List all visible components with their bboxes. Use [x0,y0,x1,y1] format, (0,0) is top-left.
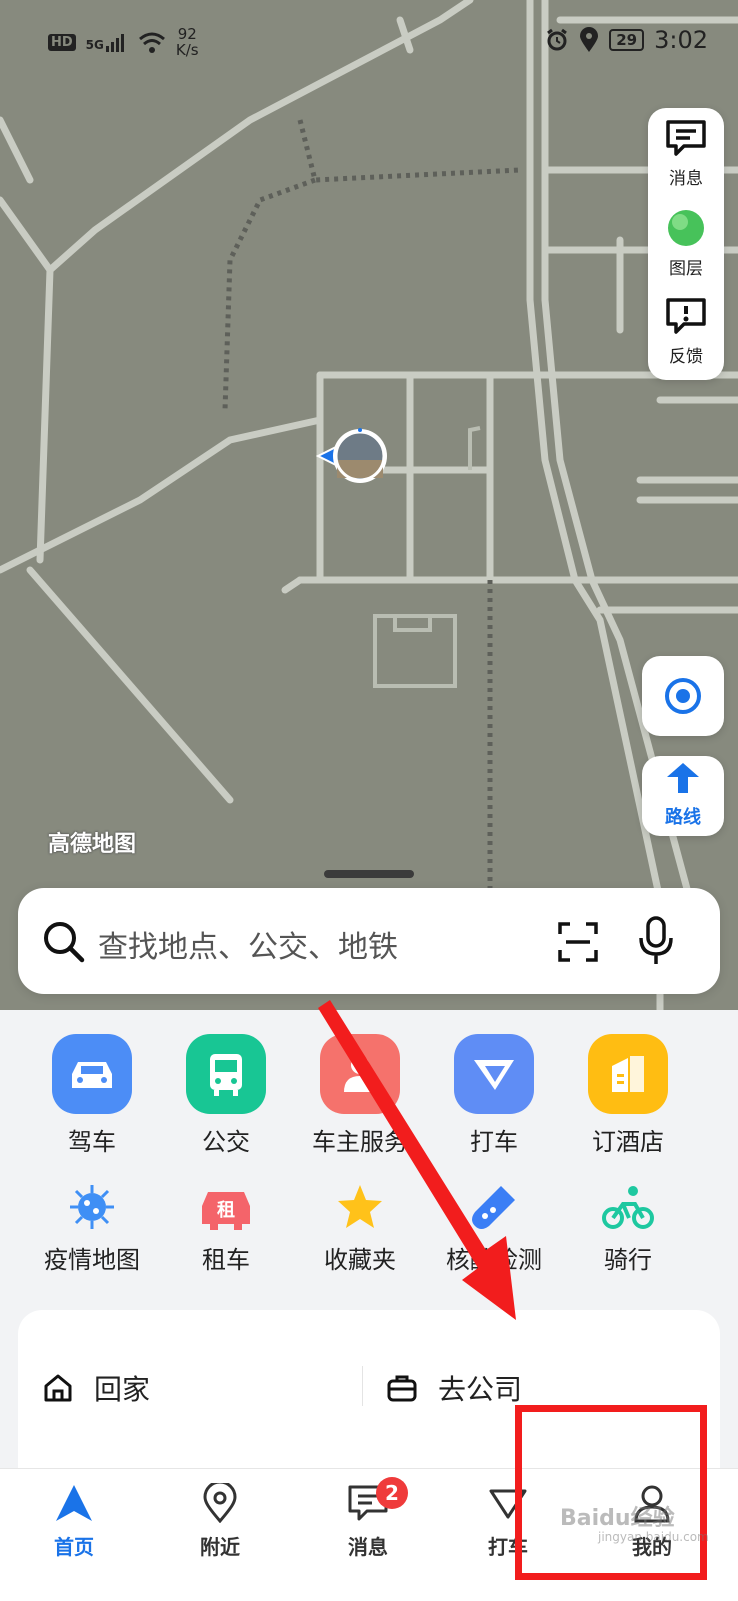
service-label: 骑行 [604,1246,652,1274]
service-label: 核酸检测 [446,1246,542,1274]
tab-messages[interactable]: 2 消息 [308,1477,428,1560]
svg-text:租: 租 [217,1199,235,1221]
service-car-rental[interactable]: 租 租车 [156,1182,296,1275]
search-bar[interactable]: 查找地点、公交、地铁 [18,888,720,994]
service-label: 订酒店 [592,1128,664,1156]
service-label: 车主服务 [312,1128,408,1156]
car-icon [52,1034,132,1114]
go-to-work-button[interactable]: 去公司 [386,1368,522,1408]
service-label: 疫情地图 [44,1246,140,1274]
service-taxi[interactable]: 打车 [424,1034,564,1157]
side-feedback-label: 反馈 [669,347,703,367]
taxi-icon [454,1034,534,1114]
side-messages-label: 消息 [669,169,703,189]
status-bar: HD 5G 92 K/s 29 3:02 [0,0,738,86]
annotation-highlight-box [515,1405,707,1580]
service-epidemic-map[interactable]: 疫情地图 [22,1182,162,1275]
service-label: 租车 [202,1246,250,1274]
map-view[interactable]: HD 5G 92 K/s 29 3:02 消息 图层 反馈 路线 高德地图 [0,0,738,1010]
location-status-icon [580,27,599,52]
signal-indicator: 5G [86,32,128,52]
service-favorites[interactable]: 收藏夹 [290,1182,430,1275]
go-home-button[interactable]: 回家 [42,1368,150,1408]
map-provider-logo: 高德地图 [48,832,137,857]
service-bus[interactable]: 公交 [156,1034,296,1157]
battery-indicator: 29 [609,29,645,51]
map-side-panel: 消息 图层 反馈 [648,108,724,380]
baidu-watermark: Baidu经验 [560,1506,675,1531]
tab-nearby[interactable]: 附近 [160,1483,280,1560]
service-label: 打车 [470,1128,518,1156]
service-driving[interactable]: 驾车 [22,1034,162,1157]
signal-bars-icon [105,34,124,52]
locate-icon [665,678,701,714]
bicycle-icon [602,1186,654,1229]
bus-icon [186,1034,266,1114]
search-placeholder[interactable]: 查找地点、公交、地铁 [98,922,398,966]
service-hotel[interactable]: 订酒店 [558,1034,698,1157]
route-button[interactable]: 路线 [642,756,724,836]
service-label: 公交 [202,1128,250,1156]
side-feedback-button[interactable]: 反馈 [648,296,724,382]
search-icon [44,922,85,963]
navigation-arrow-icon [56,1485,92,1521]
side-layers-label: 图层 [669,259,703,279]
wifi-icon [138,32,165,53]
service-label: 驾车 [68,1128,116,1156]
tab-home[interactable]: 首页 [14,1483,134,1560]
alarm-icon [547,28,568,51]
side-messages-button[interactable]: 消息 [648,118,724,204]
go-home-label: 回家 [94,1373,151,1406]
tab-nearby-label: 附近 [200,1535,240,1559]
route-label: 路线 [665,807,701,828]
divider [362,1366,363,1406]
rent-car-icon: 租 [202,1192,250,1230]
baidu-watermark-url: jingyan.baidu.com [598,1530,709,1544]
hd-indicator: HD [48,33,76,51]
service-cycling[interactable]: 骑行 [558,1182,698,1275]
map-roads [0,0,738,1010]
route-arrow-icon [667,763,699,793]
scan-icon[interactable] [556,920,600,964]
service-car-owner[interactable]: 车主服务 [290,1034,430,1157]
message-icon [666,120,706,156]
network-speed: 92 K/s [175,25,199,59]
tab-home-label: 首页 [54,1535,94,1559]
unread-badge: 2 [376,1477,408,1509]
microphone-icon[interactable] [636,916,676,966]
drag-handle[interactable] [324,870,414,878]
car-owner-icon [320,1034,400,1114]
layers-icon [668,210,704,246]
test-tube-icon [472,1186,515,1229]
clock: 3:02 [654,26,708,54]
side-layers-button[interactable]: 图层 [648,208,724,294]
current-location-marker [315,426,390,486]
service-nucleic-test[interactable]: 核酸检测 [424,1182,564,1275]
briefcase-icon [387,1375,417,1402]
star-icon [338,1185,382,1228]
virus-icon [70,1185,114,1229]
tab-messages-label: 消息 [348,1535,388,1559]
service-label: 收藏夹 [324,1246,396,1274]
home-icon [44,1374,72,1402]
location-pin-icon [203,1483,237,1523]
locate-me-button[interactable] [642,656,724,736]
hotel-icon [588,1034,668,1114]
feedback-icon [666,298,706,334]
go-to-work-label: 去公司 [438,1373,523,1406]
